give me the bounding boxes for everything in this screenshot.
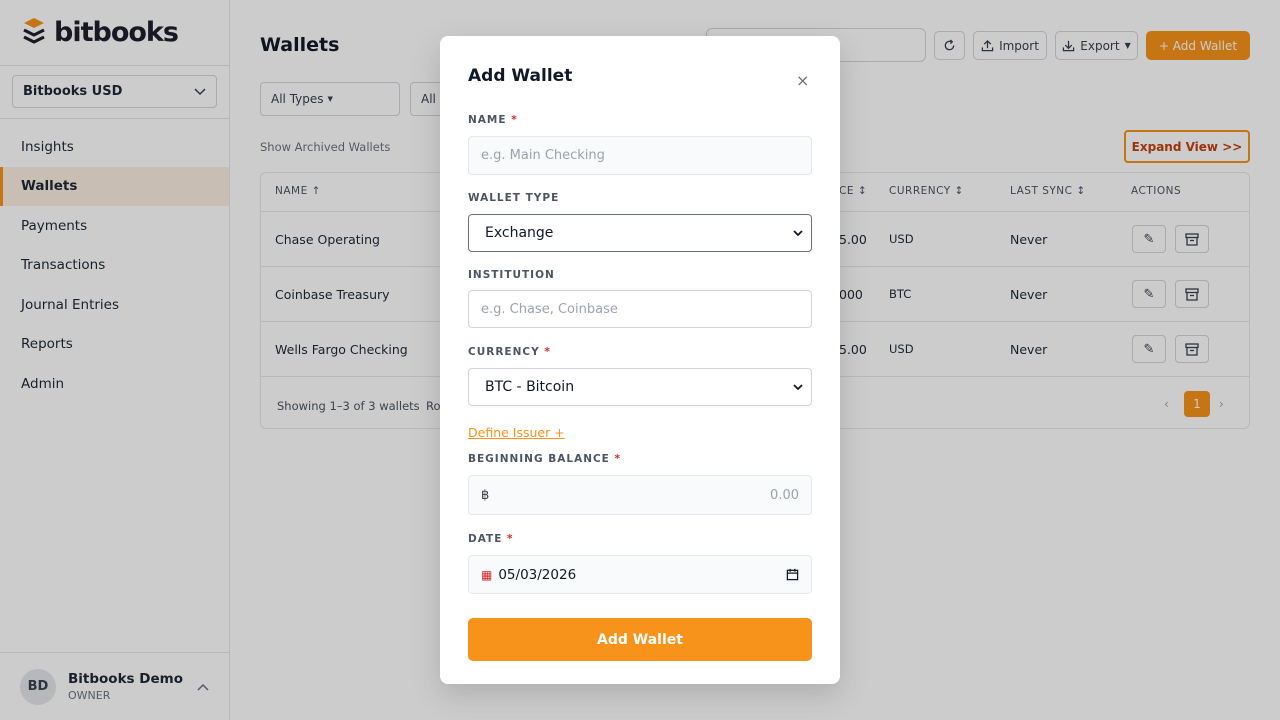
date-value: 05/03/2026 <box>498 566 577 583</box>
balance-placeholder: 0.00 <box>770 487 799 503</box>
date-label: DATE * <box>468 533 514 545</box>
beginning-balance-label: BEGINNING BALANCE * <box>468 453 622 465</box>
institution-label: INSTITUTION <box>468 269 555 281</box>
calendar-emoji-icon: ▦ <box>481 567 493 582</box>
currency-value: BTC - Bitcoin <box>485 379 575 395</box>
dialog-title: Add Wallet <box>468 66 573 86</box>
beginning-balance-input[interactable]: ฿ 0.00 <box>468 475 812 515</box>
add-wallet-dialog: Add Wallet × NAME * e.g. Main Checking W… <box>440 36 840 684</box>
wallet-type-value: Exchange <box>485 225 554 241</box>
define-issuer-link[interactable]: Define Issuer + <box>468 425 565 440</box>
add-wallet-submit-button[interactable]: Add Wallet <box>468 618 812 661</box>
chevron-down-icon <box>793 383 803 390</box>
name-placeholder: e.g. Main Checking <box>481 148 605 163</box>
institution-placeholder: e.g. Chase, Coinbase <box>481 301 618 317</box>
required-mark: * <box>544 346 551 358</box>
name-label: NAME * <box>468 114 518 126</box>
currency-label: CURRENCY * <box>468 346 551 358</box>
calendar-icon[interactable] <box>786 568 799 581</box>
institution-input[interactable]: e.g. Chase, Coinbase <box>468 290 812 328</box>
chevron-down-icon <box>793 229 803 236</box>
wallet-type-label: WALLET TYPE <box>468 192 560 204</box>
name-input[interactable]: e.g. Main Checking <box>468 136 812 175</box>
bitcoin-symbol-icon: ฿ <box>481 487 490 503</box>
required-mark: * <box>511 114 518 126</box>
wallet-type-select[interactable]: Exchange <box>468 214 812 252</box>
required-mark: * <box>507 533 514 545</box>
currency-select[interactable]: BTC - Bitcoin <box>468 368 812 406</box>
required-mark: * <box>614 453 622 465</box>
date-input[interactable]: ▦ 05/03/2026 <box>468 555 812 594</box>
close-icon[interactable]: × <box>796 71 809 90</box>
